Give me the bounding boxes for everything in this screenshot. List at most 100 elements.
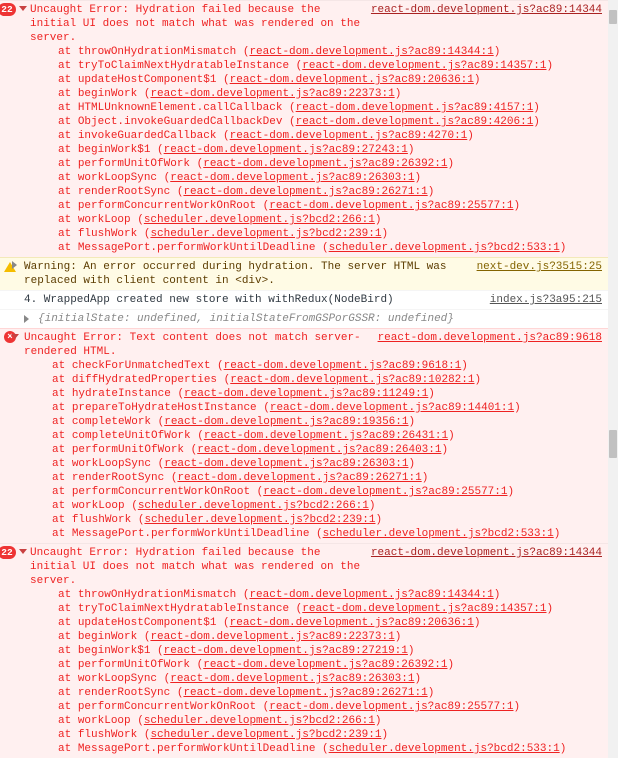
stack-frame: at flushWork (scheduler.development.js?b…	[58, 227, 602, 241]
frame-function: MessagePort.performWorkUntilDeadline	[78, 743, 316, 755]
frame-source-link[interactable]: react-dom.development.js?ac89:26392:1	[203, 158, 447, 170]
frame-source-link[interactable]: react-dom.development.js?ac89:26303:1	[170, 673, 414, 685]
frame-source-link[interactable]: react-dom.development.js?ac89:26403:1	[197, 444, 441, 456]
message-text: Uncaught Error: Hydration failed because…	[30, 546, 371, 588]
frame-function: flushWork	[78, 729, 137, 741]
frame-source-link[interactable]: react-dom.development.js?ac89:20636:1	[230, 74, 474, 86]
frame-source-link[interactable]: react-dom.development.js?ac89:26271:1	[183, 186, 427, 198]
stack-frame: at renderRootSync (react-dom.development…	[58, 185, 602, 199]
frame-source-link[interactable]: react-dom.development.js?ac89:25577:1	[269, 701, 513, 713]
frame-function: performUnitOfWork	[72, 444, 184, 456]
frame-function: completeUnitOfWork	[72, 430, 191, 442]
frame-function: hydrateInstance	[72, 388, 171, 400]
frame-source-link[interactable]: react-dom.development.js?ac89:26431:1	[204, 430, 448, 442]
source-link[interactable]: next-dev.js?3515:25	[477, 260, 602, 274]
frame-source-link[interactable]: scheduler.development.js?bcd2:266:1	[144, 214, 375, 226]
disclosure-triangle-icon[interactable]	[19, 549, 27, 554]
message-text: Uncaught Error: Text content does not ma…	[24, 331, 378, 359]
stack-frame: at performConcurrentWorkOnRoot (react-do…	[52, 485, 602, 499]
vertical-scrollbar[interactable]	[608, 0, 618, 758]
frame-source-link[interactable]: react-dom.development.js?ac89:10282:1	[230, 374, 474, 386]
scrollbar-thumb[interactable]	[609, 430, 617, 458]
frame-source-link[interactable]: react-dom.development.js?ac89:22373:1	[150, 631, 394, 643]
frame-source-link[interactable]: react-dom.development.js?ac89:26392:1	[203, 659, 447, 671]
frame-function: workLoop	[72, 500, 125, 512]
disclosure-triangle-icon[interactable]	[12, 261, 17, 269]
frame-source-link[interactable]: react-dom.development.js?ac89:11249:1	[184, 388, 428, 400]
frame-source-link[interactable]: react-dom.development.js?ac89:20636:1	[230, 617, 474, 629]
frame-source-link[interactable]: scheduler.development.js?bcd2:266:1	[138, 500, 369, 512]
stack-frame: at throwOnHydrationMismatch (react-dom.d…	[58, 588, 602, 602]
frame-source-link[interactable]: react-dom.development.js?ac89:26303:1	[164, 458, 408, 470]
frame-function: beginWork$1	[78, 144, 151, 156]
stack-frame: at updateHostComponent$1 (react-dom.deve…	[58, 73, 602, 87]
stack-frame: at tryToClaimNextHydratableInstance (rea…	[58, 59, 602, 73]
frame-source-link[interactable]: react-dom.development.js?ac89:9618:1	[224, 360, 462, 372]
frame-source-link[interactable]: scheduler.development.js?bcd2:533:1	[323, 528, 554, 540]
frame-source-link[interactable]: react-dom.development.js?ac89:19356:1	[164, 416, 408, 428]
source-link[interactable]: react-dom.development.js?ac89:9618	[378, 331, 602, 345]
frame-source-link[interactable]: react-dom.development.js?ac89:14357:1	[302, 603, 546, 615]
frame-function: performUnitOfWork	[78, 158, 190, 170]
frame-source-link[interactable]: react-dom.development.js?ac89:14344:1	[249, 46, 493, 58]
frame-source-link[interactable]: react-dom.development.js?ac89:14344:1	[249, 589, 493, 601]
frame-source-link[interactable]: react-dom.development.js?ac89:26271:1	[177, 472, 421, 484]
frame-source-link[interactable]: react-dom.development.js?ac89:25577:1	[263, 486, 507, 498]
frame-function: renderRootSync	[78, 186, 170, 198]
stack-frame: at flushWork (scheduler.development.js?b…	[58, 728, 602, 742]
frame-function: invokeGuardedCallback	[78, 130, 217, 142]
disclosure-triangle-icon[interactable]	[11, 334, 19, 339]
frame-source-link[interactable]: react-dom.development.js?ac89:26271:1	[183, 687, 427, 699]
frame-source-link[interactable]: react-dom.development.js?ac89:27243:1	[164, 144, 408, 156]
console-log-area[interactable]: 22 Uncaught Error: Hydration failed becau…	[0, 0, 608, 758]
frame-source-link[interactable]: react-dom.development.js?ac89:26303:1	[170, 172, 414, 184]
frame-source-link[interactable]: react-dom.development.js?ac89:25577:1	[269, 200, 513, 212]
frame-source-link[interactable]: react-dom.development.js?ac89:4270:1	[230, 130, 468, 142]
stack-frame: at MessagePort.performWorkUntilDeadline …	[58, 241, 602, 255]
stack-frame: at beginWork (react-dom.development.js?a…	[58, 630, 602, 644]
frame-function: completeWork	[72, 416, 151, 428]
disclosure-triangle-icon[interactable]	[19, 6, 27, 11]
frame-source-link[interactable]: scheduler.development.js?bcd2:533:1	[329, 743, 560, 755]
error-count-badge: 22	[0, 3, 16, 16]
source-link[interactable]: react-dom.development.js?ac89:14344	[371, 3, 602, 17]
stack-frame: at workLoop (scheduler.development.js?bc…	[58, 213, 602, 227]
frame-function: updateHostComponent$1	[78, 617, 217, 629]
frame-source-link[interactable]: react-dom.development.js?ac89:14357:1	[302, 60, 546, 72]
console-message: {initialState: undefined, initialStateFr…	[0, 309, 608, 328]
frame-function: beginWork	[78, 631, 137, 643]
stack-frame: at performUnitOfWork (react-dom.developm…	[58, 658, 602, 672]
console-message: Warning: An error occurred during hydrat…	[0, 257, 608, 290]
frame-source-link[interactable]: scheduler.development.js?bcd2:239:1	[150, 228, 381, 240]
stack-trace: at throwOnHydrationMismatch (react-dom.d…	[30, 588, 602, 756]
frame-source-link[interactable]: scheduler.development.js?bcd2:533:1	[329, 242, 560, 254]
frame-function: checkForUnmatchedText	[72, 360, 211, 372]
stack-frame: at prepareToHydrateHostInstance (react-d…	[52, 401, 602, 415]
disclosure-triangle-icon[interactable]	[24, 315, 29, 323]
frame-source-link[interactable]: react-dom.development.js?ac89:4157:1	[296, 102, 534, 114]
frame-source-link[interactable]: scheduler.development.js?bcd2:239:1	[144, 514, 375, 526]
frame-source-link[interactable]: react-dom.development.js?ac89:22373:1	[150, 88, 394, 100]
frame-function: MessagePort.performWorkUntilDeadline	[72, 528, 310, 540]
stack-frame: at tryToClaimNextHydratableInstance (rea…	[58, 602, 602, 616]
stack-frame: at renderRootSync (react-dom.development…	[58, 686, 602, 700]
stack-frame: at workLoopSync (react-dom.development.j…	[58, 171, 602, 185]
console-message: 4. WrappedApp created new store with wit…	[0, 290, 608, 309]
frame-source-link[interactable]: scheduler.development.js?bcd2:239:1	[150, 729, 381, 741]
frame-source-link[interactable]: react-dom.development.js?ac89:14401:1	[270, 402, 514, 414]
frame-source-link[interactable]: react-dom.development.js?ac89:27219:1	[164, 645, 408, 657]
frame-function: diffHydratedProperties	[72, 374, 217, 386]
source-link[interactable]: index.js?3a95:215	[490, 293, 602, 307]
frame-source-link[interactable]: scheduler.development.js?bcd2:266:1	[144, 715, 375, 727]
stack-frame: at Object.invokeGuardedCallbackDev (reac…	[58, 115, 602, 129]
stack-frame: at checkForUnmatchedText (react-dom.deve…	[52, 359, 602, 373]
frame-function: workLoopSync	[78, 673, 157, 685]
frame-function: Object.invokeGuardedCallbackDev	[78, 116, 283, 128]
stack-frame: at throwOnHydrationMismatch (react-dom.d…	[58, 45, 602, 59]
stack-frame: at diffHydratedProperties (react-dom.dev…	[52, 373, 602, 387]
stack-frame: at performUnitOfWork (react-dom.developm…	[58, 157, 602, 171]
source-link[interactable]: react-dom.development.js?ac89:14344	[371, 546, 602, 560]
frame-source-link[interactable]: react-dom.development.js?ac89:4206:1	[296, 116, 534, 128]
scrollbar-thumb[interactable]	[609, 10, 617, 24]
stack-frame: at performConcurrentWorkOnRoot (react-do…	[58, 199, 602, 213]
